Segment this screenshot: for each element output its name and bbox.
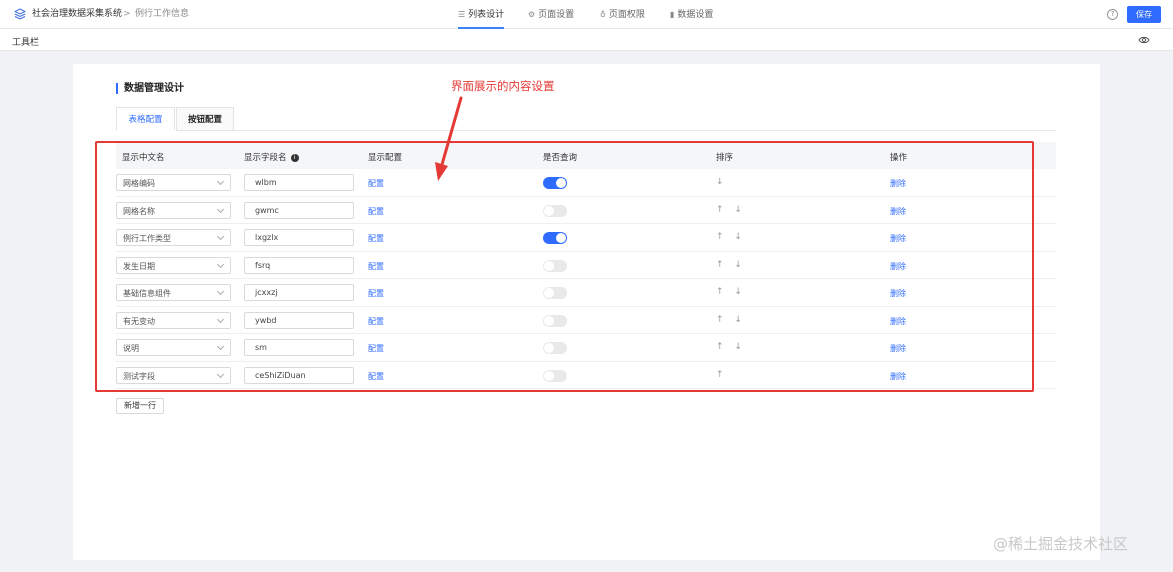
top-bar: 社会治理数据采集系统 > 例行工作信息 ☰ 列表设计 ⚙ 页面设置 ♁ 页面权限 ▮ 数…: [0, 0, 1173, 29]
watermark: @稀土掘金技术社区: [993, 535, 1129, 553]
breadcrumb-page: 例行工作信息: [135, 9, 190, 19]
bar-chart-icon: ▮: [670, 10, 675, 19]
breadcrumb-system[interactable]: 社会治理数据采集系统: [32, 9, 122, 20]
breadcrumb-separator: >: [123, 9, 131, 19]
tab-button-config[interactable]: 按钮配置: [176, 107, 234, 131]
toolbar: 工具栏: [0, 29, 1173, 51]
tab-page-permissions[interactable]: ♁ 页面权限: [600, 0, 645, 29]
toolbar-label: 工具栏: [12, 38, 40, 48]
save-button[interactable]: 保存: [1127, 6, 1161, 23]
gear-icon: ⚙: [528, 10, 536, 19]
add-row-button[interactable]: 新增一行: [116, 398, 164, 414]
tab-table-config[interactable]: 表格配置: [116, 107, 175, 131]
tab-list-design[interactable]: ☰ 列表设计: [458, 0, 505, 29]
annotation-text: 界面展示的内容设置: [451, 79, 555, 93]
lock-icon: ♁: [600, 10, 606, 19]
section-title: 数据管理设计: [116, 83, 184, 94]
tab-data-settings[interactable]: ▮ 数据设置: [670, 0, 713, 29]
tabs-divider: [234, 130, 1056, 131]
list-icon: ☰: [458, 10, 466, 19]
annotation-highlight-box: [95, 141, 1034, 392]
eye-icon[interactable]: [1138, 34, 1150, 46]
help-icon[interactable]: ?: [1107, 9, 1118, 20]
layers-icon: [14, 8, 26, 20]
tab-page-settings[interactable]: ⚙ 页面设置: [528, 0, 574, 29]
